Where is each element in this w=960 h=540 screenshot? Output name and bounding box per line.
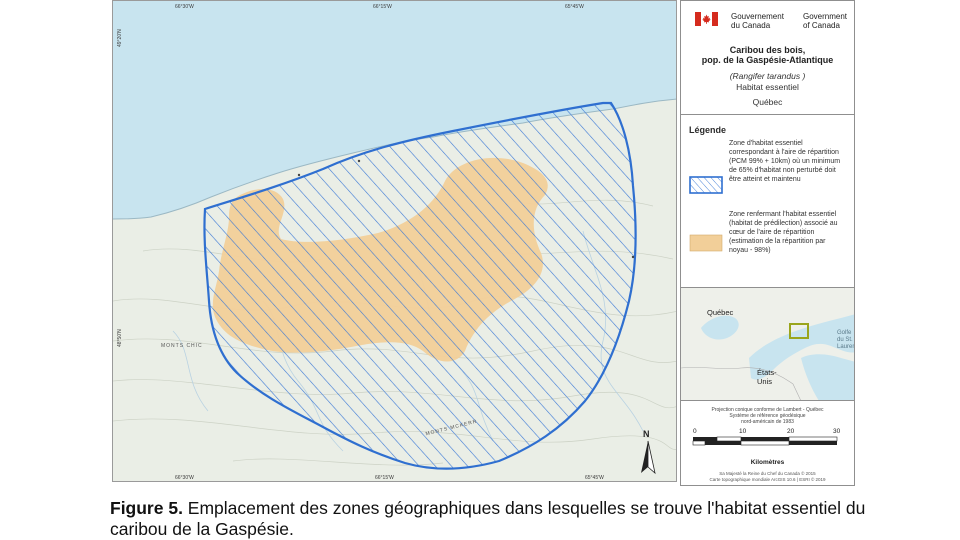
gov-fr-line-1: Gouvernement: [731, 12, 784, 21]
hatched-swatch-icon: [689, 176, 723, 194]
title-block: Gouvernement du Canada Government of Can…: [681, 1, 854, 115]
scale-tick-10: 10: [739, 428, 747, 435]
north-letter: N: [643, 429, 650, 439]
government-of-canada-fr: Gouvernement du Canada: [731, 12, 784, 30]
legend-item-hatched: Zone d'habitat essentiel correspondant à…: [689, 139, 844, 194]
place-monts-chic: MONTS CHIC: [161, 343, 203, 349]
figure-label: Figure 5.: [110, 498, 183, 518]
core-swatch-icon: [689, 234, 723, 252]
coord-left-1: 49°20'N: [117, 29, 123, 47]
legend-item-hatched-text: Zone d'habitat essentiel correspondant à…: [729, 140, 841, 183]
figure-caption: Figure 5. Emplacement des zones géograph…: [110, 498, 870, 540]
coord-top-1: 66°30'W: [175, 4, 194, 10]
north-arrow: N: [637, 429, 659, 477]
gov-fr-line-2: du Canada: [731, 21, 771, 30]
canada-flag-icon: [695, 12, 718, 26]
coord-left-2: 48°50'N: [117, 329, 123, 347]
coord-bottom-1: 66°30'W: [175, 475, 194, 481]
copyright-line-2: Carte topographique mondiale ArcGIS 10.6…: [709, 476, 826, 482]
scale-bar: [692, 436, 838, 446]
projection-note: Projection conique conforme de Lambert -…: [681, 407, 854, 425]
coord-top-3: 65°45'W: [565, 4, 584, 10]
province-label: Québec: [752, 97, 783, 107]
coord-bottom-2: 66°15'W: [375, 475, 394, 481]
map-title-line-1: Caribou des bois,: [729, 45, 806, 55]
inset-label-gulf: Golfe du St. Laurent: [837, 330, 854, 350]
inset-label-usa-line-2: Unis: [757, 377, 773, 386]
scale-tick-0: 0: [693, 428, 697, 435]
inset-map: Québec États- Unis Golfe du St. Laurent: [681, 288, 854, 401]
gov-en-line-1: Government: [803, 12, 848, 21]
inset-label-quebec: Québec: [707, 308, 734, 317]
inset-label-usa-line-1: États-: [757, 368, 777, 377]
legend: Légende Zone d'habitat essentiel corresp…: [681, 115, 854, 288]
species-name: (Rangifer tarandus ): [729, 71, 806, 81]
scale-unit: Kilomètres: [750, 459, 785, 466]
legend-item-core: Zone renfermant l'habitat essentiel (hab…: [689, 210, 844, 255]
projection-line-3: nord-américain de 1983: [741, 419, 794, 425]
coord-bottom-3: 65°45'W: [585, 475, 604, 481]
gov-en-line-2: of Canada: [803, 21, 840, 30]
scale-tick-30: 30: [833, 428, 841, 435]
map-view[interactable]: 66°30'W 66°15'W 65°45'W 49°20'N 48°50'N …: [112, 0, 677, 482]
map-title: Caribou des bois, pop. de la Gaspésie-At…: [681, 45, 854, 65]
scale-tick-20: 20: [787, 428, 795, 435]
coord-top-2: 66°15'W: [373, 4, 392, 10]
copyright-note: Sa Majesté la Reine du Chef du Canada © …: [681, 471, 854, 482]
legend-title: Légende: [689, 125, 727, 135]
map-canvas: [113, 1, 676, 481]
inset-label-usa: États- Unis: [757, 368, 777, 386]
scale-block: Projection conique conforme de Lambert -…: [681, 401, 854, 486]
map-side-panel: Gouvernement du Canada Government of Can…: [680, 0, 855, 486]
legend-item-core-text: Zone renfermant l'habitat essentiel (hab…: [729, 211, 838, 254]
map-title-line-2: pop. de la Gaspésie-Atlantique: [701, 55, 834, 65]
government-of-canada-en: Government of Canada: [803, 12, 847, 30]
habitat-label: Habitat essentiel: [736, 82, 799, 92]
figure-caption-text: Emplacement des zones géographiques dans…: [110, 498, 866, 539]
